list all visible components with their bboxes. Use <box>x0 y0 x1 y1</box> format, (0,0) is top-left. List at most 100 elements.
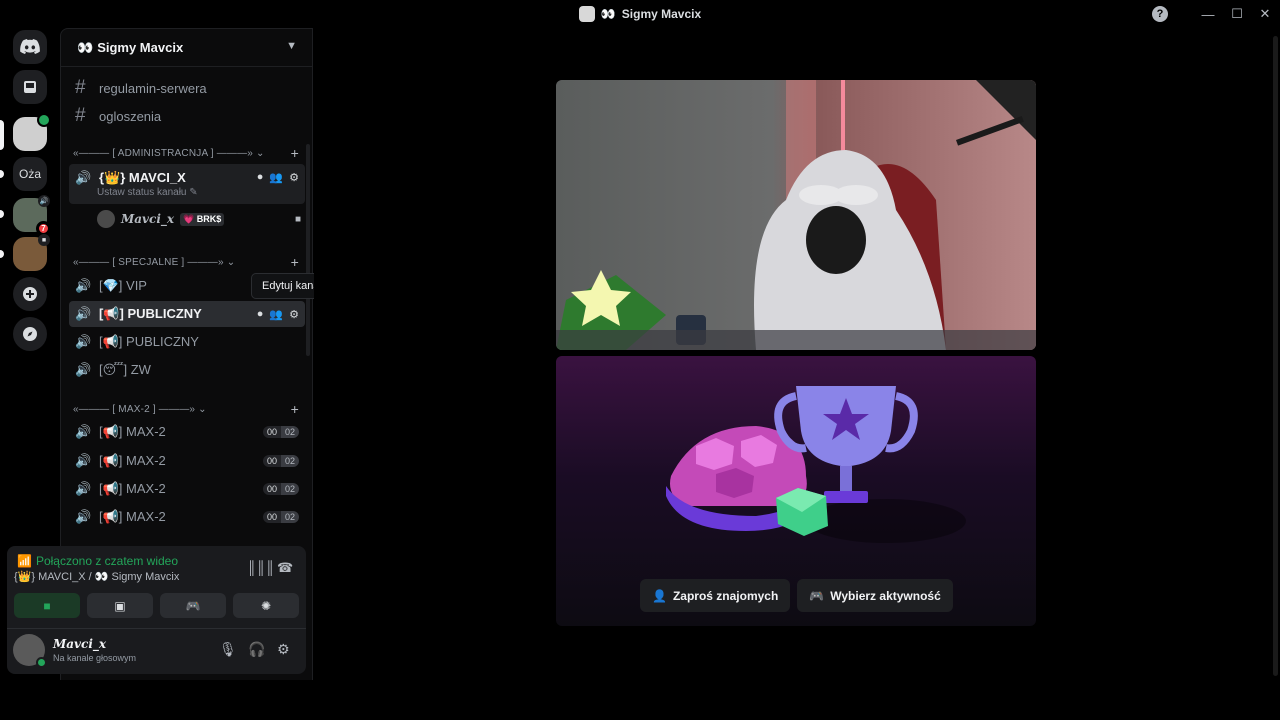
category-specjalne[interactable]: «——— [ SPECJALNE ] ———» ⌄ + <box>73 253 301 271</box>
user-panel: 𝑴𝒂𝒗𝒄𝒊_𝒙 Na kanale głosowym 🎙 🎧 ⚙ <box>7 628 306 674</box>
hash-icon: # <box>75 105 86 126</box>
channel-label: {👑} MAVCI_X <box>99 170 186 185</box>
speaker-icon: 🔊 <box>75 509 92 524</box>
user-limit: 02 <box>280 426 299 438</box>
user-count: 00 <box>262 455 281 467</box>
gear-icon[interactable]: ⚙ <box>289 171 299 184</box>
add-channel-icon[interactable]: + <box>291 401 299 417</box>
video-stage: 👤 Zaproś znajomych 🎮 Wybierz aktywność <box>314 28 1280 680</box>
video-tile[interactable] <box>556 80 1036 350</box>
invite-friends-button[interactable]: 👤 Zaproś znajomych <box>640 579 791 612</box>
signal-icon: 📶 <box>17 554 32 568</box>
help-icon[interactable]: ? <box>1152 6 1168 22</box>
camera-icon: ■ <box>294 213 301 225</box>
compass-icon <box>23 327 37 341</box>
window-title-text: Sigmy Mavcix <box>621 7 702 21</box>
minimize-button[interactable]: — <box>1193 0 1223 28</box>
text-channel-regulamin[interactable]: # regulamin-serwera <box>69 75 305 101</box>
microphone-icon[interactable]: 🎙 <box>219 641 237 658</box>
chevron-down-icon: ▼ <box>286 40 297 52</box>
text-channel-ogloszenia[interactable]: # ogloszenia <box>69 103 305 129</box>
channel-label: [📢] MAX-2 <box>99 509 166 524</box>
add-channel-icon[interactable]: + <box>291 254 299 270</box>
gear-icon[interactable]: ⚙ <box>289 308 299 321</box>
user-name[interactable]: 𝑴𝒂𝒗𝒄𝒊_𝒙 <box>53 637 106 651</box>
discord-logo-icon <box>20 39 40 54</box>
speaker-icon: 🔊 <box>75 306 92 321</box>
channel-label: [📢] PUBLICZNY <box>99 306 202 321</box>
voice-channel-publiczny-2[interactable]: 🔊 [📢] PUBLICZNY <box>69 329 305 355</box>
user-count: 00 <box>262 483 281 495</box>
maximize-button[interactable]: ☐ <box>1222 0 1252 28</box>
category-label: «——— [ SPECJALNE ] ———» ⌄ <box>73 256 236 268</box>
chat-icon[interactable]: ● <box>257 171 264 184</box>
channel-label: [💎] VIP <box>99 278 147 293</box>
channel-actions: ● 👥 ⚙ <box>257 308 299 321</box>
voice-channel-publiczny-1[interactable]: 🔊 [📢] PUBLICZNY ● 👥 ⚙ <box>69 301 305 327</box>
channel-list-scrollbar[interactable] <box>306 144 310 356</box>
headphones-icon[interactable]: 🎧 <box>248 641 265 658</box>
voice-channel-max2-4[interactable]: 🔊 [📢] MAX-2 00 02 <box>69 504 305 530</box>
channel-label: regulamin-serwera <box>99 80 207 96</box>
invite-friends-icon: 👤 <box>652 588 667 603</box>
server-header[interactable]: 👀 Sigmy Mavcix ▼ <box>61 29 313 67</box>
channel-label: [📢] MAX-2 <box>99 424 166 439</box>
server-icon-4[interactable]: ■ <box>13 234 50 271</box>
add-server-button[interactable] <box>13 277 47 311</box>
category-label: «——— [ ADMINISTRACNJA ] ———» ⌄ <box>73 147 265 159</box>
channel-label: [📢] MAX-2 <box>99 453 166 468</box>
channel-label: [📢] PUBLICZNY <box>99 334 199 349</box>
close-button[interactable]: ✕ <box>1250 0 1280 28</box>
voice-channel-max2-1[interactable]: 🔊 [📢] MAX-2 00 02 <box>69 419 305 445</box>
add-channel-icon[interactable]: + <box>291 145 299 161</box>
screen-share-button[interactable]: ▣ <box>87 593 153 618</box>
connection-status[interactable]: 📶 Połączono z czatem wideo <box>17 554 178 568</box>
voice-channel-max2-2[interactable]: 🔊 [📢] MAX-2 00 02 <box>69 448 305 474</box>
discord-home-button[interactable] <box>13 30 47 64</box>
stage-actions: 👤 Zaproś znajomych 🎮 Wybierz aktywność <box>640 579 953 612</box>
server-icon-oza[interactable]: Oża <box>13 157 47 191</box>
chat-icon[interactable]: ● <box>257 308 264 321</box>
soundboard-button[interactable]: ✺ <box>233 593 299 618</box>
noise-suppression-icon[interactable]: ║║║ <box>247 560 275 575</box>
server-icon-sigmy-mavcix[interactable] <box>13 113 51 151</box>
disconnect-icon[interactable]: ☎ <box>277 560 293 576</box>
choose-activity-label: Wybierz aktywność <box>830 588 941 603</box>
camera-toggle-button[interactable]: ■ <box>14 593 80 618</box>
voice-channel-zw[interactable]: 🔊 [😴] ZW <box>69 357 305 383</box>
voice-channel-mavci-x[interactable]: 🔊 {👑} MAVCI_X ● 👥 ⚙ <box>69 164 305 204</box>
window-title: 👀 Sigmy Mavcix <box>578 6 702 22</box>
choose-activity-button[interactable]: 🎮 Wybierz aktywność <box>797 579 953 612</box>
unread-pill <box>0 170 4 178</box>
user-count: 00 <box>262 511 281 523</box>
category-administracnja[interactable]: «——— [ ADMINISTRACNJA ] ———» ⌄ + <box>73 144 301 162</box>
video-camera-icon: ■ <box>43 598 51 613</box>
user-status: Na kanale głosowym <box>53 653 137 663</box>
user-limit: 02 <box>280 455 299 467</box>
explore-button[interactable] <box>13 317 47 351</box>
invite-icon[interactable]: 👥 <box>269 308 283 321</box>
server-icon-3[interactable]: 🔊 7 <box>13 195 51 236</box>
voice-connection-panel: 📶 Połączono z czatem wideo {👑} MAVCI_X /… <box>7 546 306 674</box>
category-label: «——— [ MAX-2 ] ———» ⌄ <box>73 403 207 415</box>
voice-user-name: 𝑴𝒂𝒗𝒄𝒊_𝒙 <box>121 212 175 226</box>
channel-status[interactable]: Ustaw status kanału ✎ <box>97 187 198 198</box>
user-limit: 02 <box>280 511 299 523</box>
server-emoji-icon: 👀 <box>77 39 94 55</box>
user-count: 00 <box>262 426 281 438</box>
category-max-2[interactable]: «——— [ MAX-2 ] ———» ⌄ + <box>73 400 301 418</box>
connection-location[interactable]: {👑} MAVCI_X / 👀 Sigmy Mavcix <box>14 570 179 583</box>
speaker-icon: 🔊 <box>75 453 92 468</box>
gamepad-icon: 🎮 <box>185 598 201 613</box>
invite-icon[interactable]: 👥 <box>269 171 283 184</box>
activity-button[interactable]: 🎮 <box>160 593 226 618</box>
inbox-button[interactable] <box>13 70 47 104</box>
stage-scrollbar[interactable] <box>1273 36 1278 676</box>
eyes-emoji-icon: 👀 <box>600 7 616 21</box>
voice-channel-max2-3[interactable]: 🔊 [📢] MAX-2 00 02 <box>69 476 305 502</box>
voice-user-row[interactable]: 𝑴𝒂𝒗𝒄𝒊_𝒙 💗 BRK$ ■ <box>97 209 301 229</box>
channel-label: [😴] ZW <box>99 362 151 377</box>
user-settings-gear-icon[interactable]: ⚙ <box>277 641 290 658</box>
speaker-icon: 🔊 <box>75 170 92 185</box>
speaker-icon: 🔊 <box>75 278 92 293</box>
